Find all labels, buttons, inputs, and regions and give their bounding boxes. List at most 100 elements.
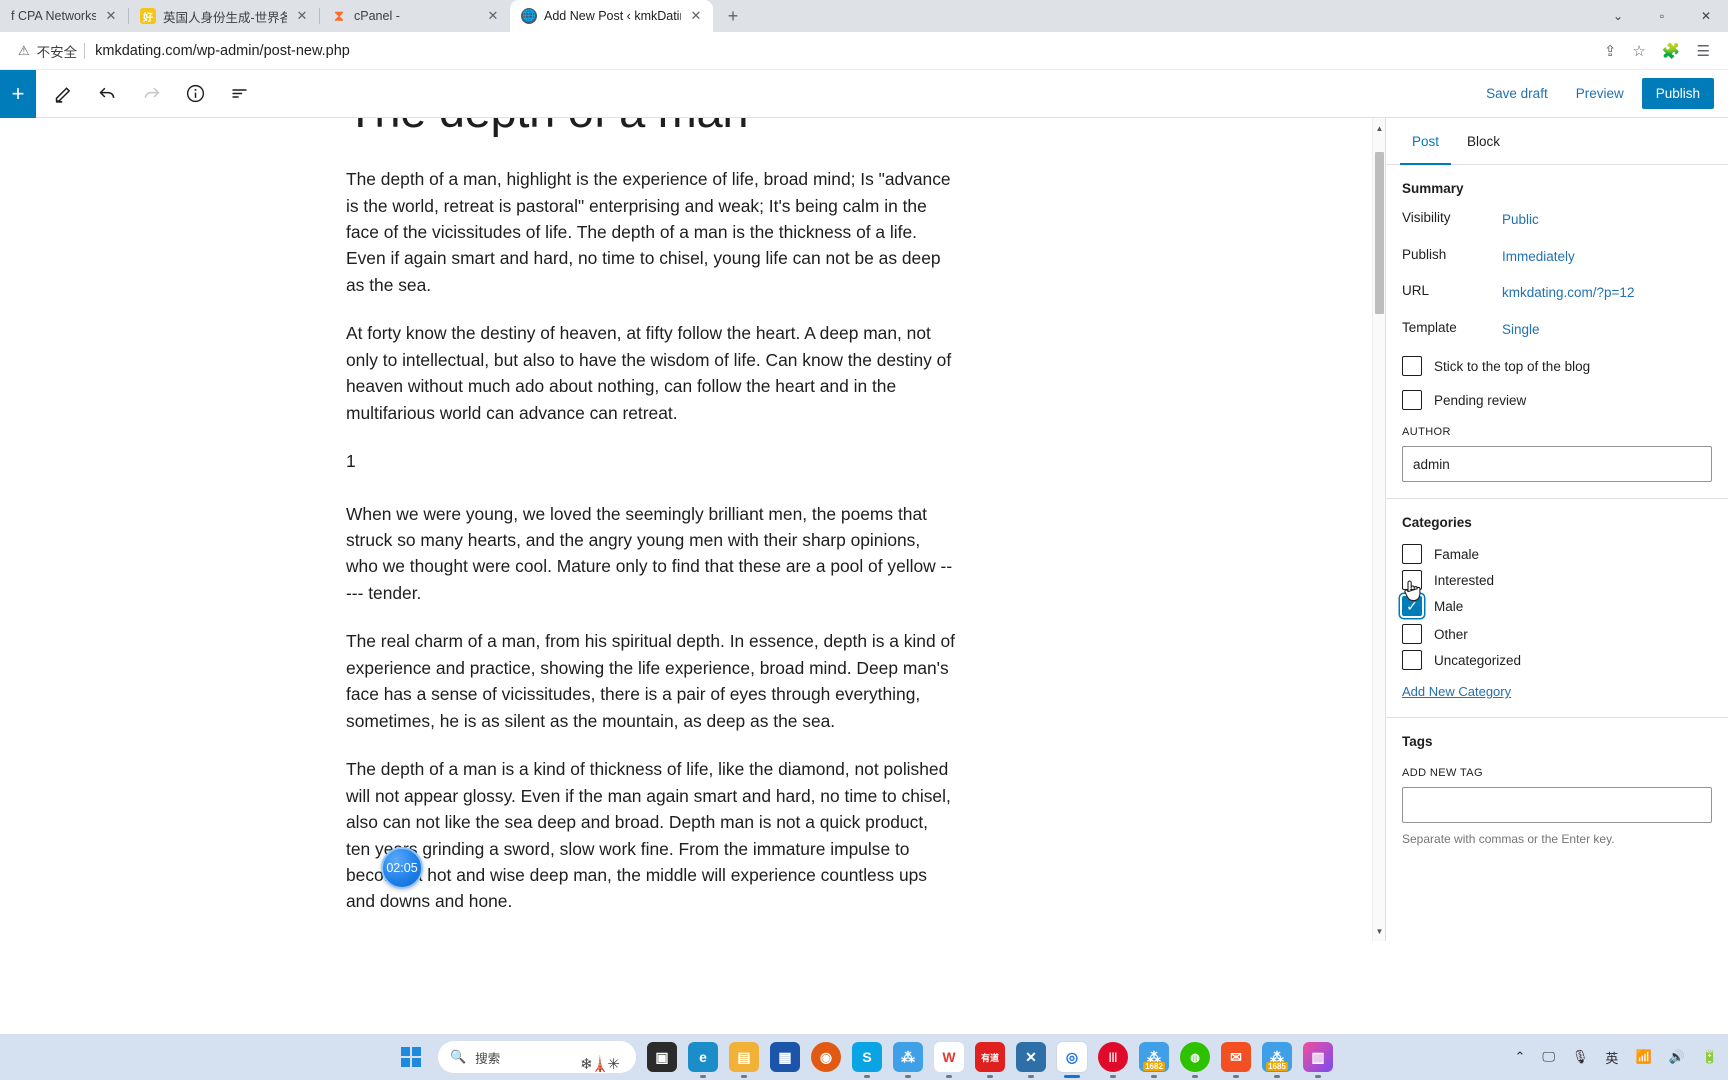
category-row-interested[interactable]: Interested — [1402, 570, 1712, 591]
colorful-app-icon[interactable]: ▥ — [1303, 1042, 1333, 1078]
close-icon[interactable]: ✕ — [103, 8, 119, 24]
publish-button[interactable]: Publish — [1641, 78, 1714, 109]
taskbar-center-group: 🔍 搜索 ❄🗼✳ ▣ e ▤ ▦ ◉ S ⁂ W 有道 ✕ ◎ ||| ⁂ 168… — [395, 1041, 1333, 1078]
start-button[interactable] — [395, 1041, 427, 1073]
pending-review-checkbox[interactable] — [1402, 390, 1422, 411]
post-paragraph[interactable]: When we were young, we loved the seeming… — [346, 501, 956, 607]
post-paragraph[interactable]: At forty know the destiny of heaven, at … — [346, 320, 956, 426]
microsoft-edge-icon[interactable]: e — [688, 1042, 718, 1078]
post-paragraph[interactable]: The depth of a man is a kind of thicknes… — [346, 756, 956, 915]
category-row-famale[interactable]: Famale — [1402, 544, 1712, 565]
microsoft-store-icon[interactable]: ▦ — [770, 1042, 800, 1072]
add-new-category-link[interactable]: Add New Category — [1402, 684, 1511, 699]
post-paragraph[interactable]: The real charm of a man, from his spirit… — [346, 628, 956, 734]
network-tool-badge-icon[interactable]: ⁂ 1682 — [1139, 1042, 1169, 1078]
firefox-icon[interactable]: ◉ — [811, 1042, 841, 1072]
chevron-up-icon[interactable]: ⌃ — [1514, 1049, 1525, 1065]
youdao-dict-icon[interactable]: 有道 — [975, 1042, 1005, 1078]
url-value-button[interactable]: kmkdating.com/?p=12 — [1502, 283, 1712, 303]
category-row-other[interactable]: Other — [1402, 624, 1712, 645]
tab-block[interactable]: Block — [1455, 118, 1512, 165]
template-value-button[interactable]: Single — [1502, 320, 1712, 340]
close-window-icon[interactable]: ✕ — [1684, 0, 1728, 32]
add-new-tag-input[interactable] — [1402, 787, 1712, 824]
scrollbar-thumb[interactable] — [1375, 152, 1384, 314]
microphone-icon[interactable]: 🎙 — [1572, 1049, 1589, 1065]
category-row-male[interactable]: Male — [1402, 596, 1712, 617]
list-view-icon[interactable] — [222, 76, 256, 112]
browser-tab-1[interactable]: f CPA Networks, Affi ✕ — [0, 0, 128, 32]
bookmark-star-icon[interactable]: ☆ — [1632, 42, 1645, 60]
category-checkbox-uncategorized[interactable] — [1402, 650, 1422, 671]
battery-icon[interactable]: 🔋 — [1702, 1049, 1718, 1065]
volume-icon[interactable]: 🔊 — [1669, 1049, 1685, 1065]
tab-title: Add New Post ‹ kmkDating — — [544, 9, 681, 23]
url-input[interactable]: kmkdating.com/wp-admin/post-new.php — [95, 43, 1594, 59]
sticky-post-checkbox[interactable] — [1402, 356, 1422, 377]
add-block-button[interactable]: + — [0, 69, 36, 118]
category-row-uncategorized[interactable]: Uncategorized — [1402, 650, 1712, 671]
save-draft-button[interactable]: Save draft — [1472, 78, 1562, 109]
extensions-puzzle-icon[interactable]: 🧩 — [1662, 42, 1681, 60]
undo-arrow-icon[interactable] — [90, 76, 124, 112]
taskbar-search-box[interactable]: 🔍 搜索 ❄🗼✳ — [438, 1041, 636, 1073]
editor-toolbar-left: + — [0, 69, 256, 118]
pencil-edit-icon[interactable] — [46, 76, 80, 112]
wechat-icon[interactable]: ◍ — [1180, 1042, 1210, 1078]
display-icon[interactable]: 🖵 — [1542, 1049, 1555, 1065]
search-icon: 🔍 — [450, 1049, 467, 1064]
close-icon[interactable]: ✕ — [485, 8, 501, 24]
share-icon[interactable]: ⇪ — [1604, 42, 1617, 60]
preview-button[interactable]: Preview — [1562, 78, 1638, 109]
minimize-icon[interactable]: ⌄ — [1596, 0, 1640, 32]
canvas-scrollbar[interactable]: ▲ ▼ — [1372, 118, 1385, 941]
post-paragraph[interactable]: The depth of a man, highlight is the exp… — [346, 166, 956, 298]
tags-help-text: Separate with commas or the Enter key. — [1402, 832, 1615, 847]
file-explorer-dark-icon[interactable]: ▣ — [647, 1042, 677, 1072]
google-chrome-icon[interactable]: ◎ — [1057, 1042, 1087, 1078]
scroll-up-icon[interactable]: ▲ — [1373, 120, 1385, 136]
category-checkbox-other[interactable] — [1402, 624, 1422, 645]
pending-review-row[interactable]: Pending review — [1402, 390, 1712, 411]
category-checkbox-famale[interactable] — [1402, 544, 1422, 565]
summary-row-template: Template Single — [1402, 320, 1712, 340]
category-checkbox-interested[interactable] — [1402, 570, 1422, 591]
info-circle-icon[interactable] — [178, 76, 212, 112]
file-explorer-icon[interactable]: ▤ — [729, 1042, 759, 1078]
windows-logo-icon — [400, 1046, 422, 1068]
publish-value-button[interactable]: Immediately — [1502, 247, 1712, 267]
category-checkbox-male[interactable] — [1402, 596, 1422, 617]
network-tool-badge2-icon[interactable]: ⁂ 1685 — [1262, 1042, 1292, 1078]
close-icon[interactable]: ✕ — [688, 8, 704, 24]
maximize-icon[interactable]: ▫ — [1640, 0, 1684, 32]
scroll-down-icon[interactable]: ▼ — [1373, 923, 1385, 939]
close-icon[interactable]: ✕ — [294, 8, 310, 24]
vs-code-icon[interactable]: ✕ — [1016, 1042, 1046, 1078]
security-indicator[interactable]: ⚠ 不安全 — [12, 41, 86, 61]
sticky-post-row[interactable]: Stick to the top of the blog — [1402, 356, 1712, 377]
redo-arrow-icon[interactable] — [134, 76, 168, 112]
post-canvas[interactable]: The depth of a man The depth of a man, h… — [0, 118, 1385, 941]
network-tool-icon[interactable]: ⁂ — [893, 1042, 923, 1078]
new-tab-button[interactable]: + — [719, 2, 747, 30]
red-app-icon[interactable]: ||| — [1098, 1042, 1128, 1078]
foxmail-icon[interactable]: ✉ — [1221, 1042, 1251, 1078]
browser-tab-2[interactable]: 好 英国人身份生成-世界各国虚拟身 ✕ — [129, 0, 319, 32]
post-paragraph[interactable]: 1 — [346, 448, 956, 474]
browser-chrome: f CPA Networks, Affi ✕ 好 英国人身份生成-世界各国虚拟身… — [0, 0, 1728, 70]
ime-language-icon[interactable]: 英 — [1605, 1048, 1618, 1067]
author-select[interactable]: admin — [1402, 446, 1712, 483]
browser-tab-4-active[interactable]: 🌐 Add New Post ‹ kmkDating — ✕ — [510, 0, 713, 32]
tab-post[interactable]: Post — [1400, 118, 1451, 165]
visibility-value-button[interactable]: Public — [1502, 210, 1712, 230]
category-label: Male — [1434, 598, 1464, 614]
wps-office-icon[interactable]: W — [934, 1042, 964, 1078]
pending-review-label: Pending review — [1434, 392, 1527, 408]
post-title[interactable]: The depth of a man — [346, 118, 956, 138]
browser-tab-3[interactable]: ⧗ cPanel - ✕ — [320, 0, 510, 32]
reading-list-icon[interactable]: ☰ — [1697, 42, 1710, 60]
wifi-icon[interactable]: 📶 — [1635, 1049, 1651, 1065]
skype-icon[interactable]: S — [852, 1042, 882, 1078]
cpanel-icon: ⧗ — [333, 7, 345, 25]
sticky-post-label: Stick to the top of the blog — [1434, 358, 1591, 374]
